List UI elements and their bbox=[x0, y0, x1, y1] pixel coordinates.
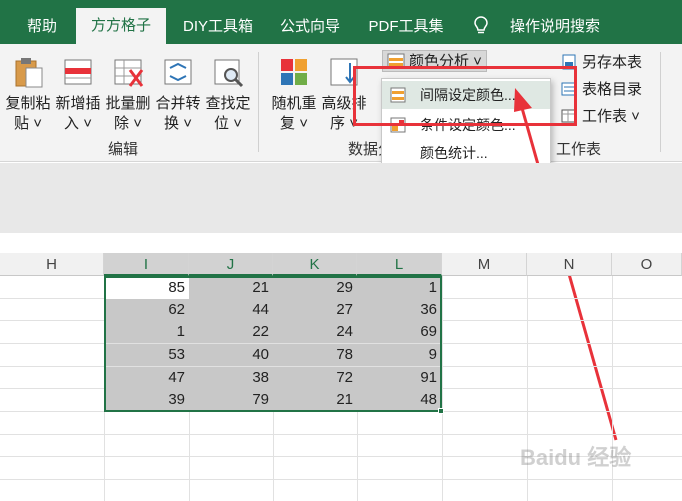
column-header-l[interactable]: L bbox=[357, 253, 442, 276]
tab-help[interactable]: 帮助 bbox=[12, 10, 72, 44]
sheet-top-gap bbox=[0, 233, 682, 253]
column-header-i[interactable]: I bbox=[104, 253, 189, 276]
highlight-annotation-box bbox=[353, 66, 577, 126]
insert-button[interactable]: 新增插入 ˅ bbox=[54, 52, 102, 142]
column-header-k[interactable]: K bbox=[273, 253, 357, 276]
column-header-j[interactable]: J bbox=[189, 253, 273, 276]
column-header-m[interactable]: M bbox=[442, 253, 527, 276]
delete-grid-icon bbox=[114, 59, 144, 87]
worksheet-group-label: 工作表 bbox=[556, 141, 602, 158]
watermark-logo: Baidu 经验 bbox=[520, 445, 632, 470]
find-locate-button[interactable]: 查找定位 ˅ bbox=[204, 52, 252, 142]
column-header-o[interactable]: O bbox=[612, 253, 682, 276]
find-icon bbox=[214, 59, 244, 88]
column-header-n[interactable]: N bbox=[527, 253, 612, 276]
group-separator bbox=[660, 52, 661, 152]
tell-me-search[interactable]: 操作说明搜索 bbox=[500, 10, 610, 44]
merge-convert-button[interactable]: 合并转换 ˅ bbox=[154, 52, 202, 142]
lightbulb-icon bbox=[474, 16, 488, 34]
copy-paste-button[interactable]: 复制粘贴 ˅ bbox=[4, 52, 52, 142]
group-separator bbox=[258, 52, 259, 152]
fill-handle[interactable] bbox=[438, 408, 444, 414]
ribbon: 复制粘贴 ˅ 新增插入 ˅ 批量删除 ˅ 合并转换 ˅ 查找定 位 ˅ 编辑 随… bbox=[0, 44, 682, 162]
grid-line bbox=[0, 434, 682, 435]
grid-line bbox=[0, 479, 682, 480]
tab-fangfang[interactable]: 方方格子 bbox=[76, 8, 166, 44]
selection-range bbox=[104, 276, 442, 412]
merge-icon bbox=[164, 59, 192, 85]
tab-pdf-tools[interactable]: PDF工具集 bbox=[358, 10, 454, 44]
column-header-h[interactable]: H bbox=[0, 253, 104, 276]
clipboard-icon bbox=[15, 58, 43, 88]
tab-formula-wizard[interactable]: 公式向导 bbox=[270, 10, 350, 44]
insert-rows-icon bbox=[64, 59, 92, 85]
batch-delete-button[interactable]: 批量删除 ˅ bbox=[104, 52, 152, 142]
color-blocks-icon bbox=[281, 59, 307, 85]
formula-bar-area bbox=[0, 163, 682, 233]
ribbon-tab-bar: 帮助 方方格子 DIY工具箱 公式向导 PDF工具集 操作说明搜索 bbox=[0, 0, 682, 44]
random-repeat-button[interactable]: 随机重复 ˅ bbox=[270, 52, 318, 142]
tab-diy-toolbox[interactable]: DIY工具箱 bbox=[170, 10, 266, 44]
edit-group-label: 编辑 bbox=[108, 141, 139, 158]
